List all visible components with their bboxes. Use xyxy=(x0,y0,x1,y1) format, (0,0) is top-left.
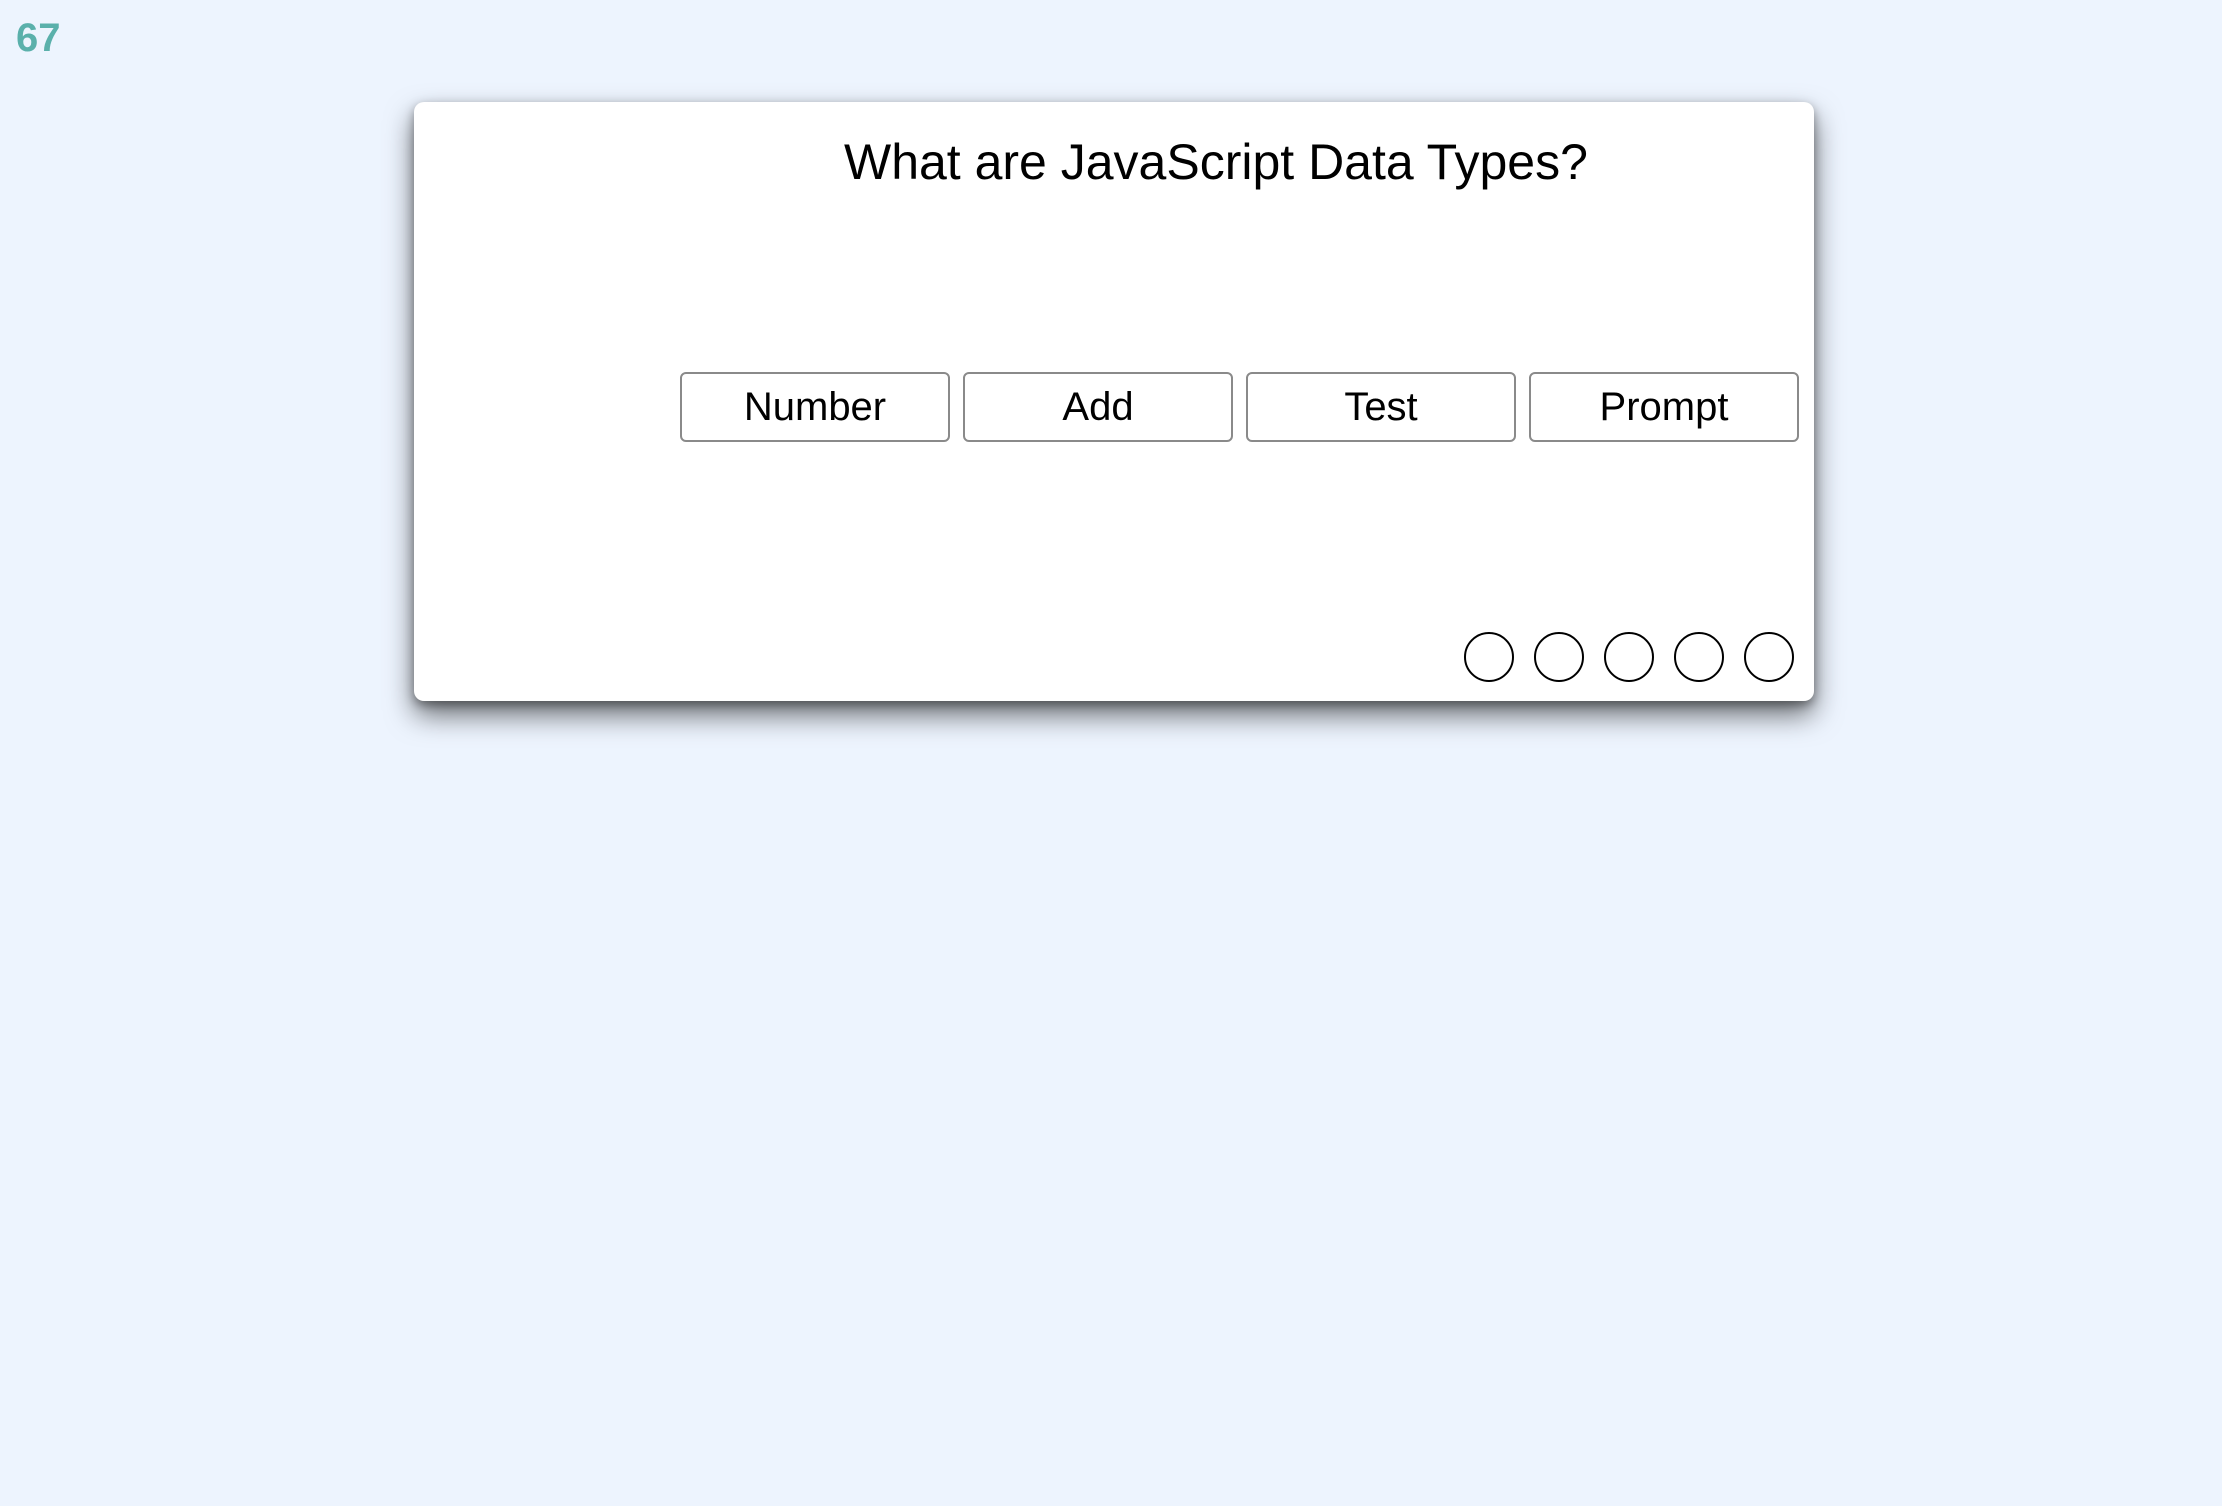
answer-button-add[interactable]: Add xyxy=(963,372,1233,442)
progress-dot-1 xyxy=(1464,632,1514,682)
question-title: What are JavaScript Data Types? xyxy=(844,134,1588,190)
progress-indicator xyxy=(1464,632,1794,682)
quiz-card: What are JavaScript Data Types? Number A… xyxy=(414,102,1814,701)
answer-button-test[interactable]: Test xyxy=(1246,372,1516,442)
timer-counter: 67 xyxy=(16,16,61,60)
progress-dot-2 xyxy=(1534,632,1584,682)
progress-dot-3 xyxy=(1604,632,1654,682)
answer-options: Number Add Test Prompt xyxy=(680,372,1799,442)
answer-button-prompt[interactable]: Prompt xyxy=(1529,372,1799,442)
answer-button-number[interactable]: Number xyxy=(680,372,950,442)
progress-dot-5 xyxy=(1744,632,1794,682)
progress-dot-4 xyxy=(1674,632,1724,682)
